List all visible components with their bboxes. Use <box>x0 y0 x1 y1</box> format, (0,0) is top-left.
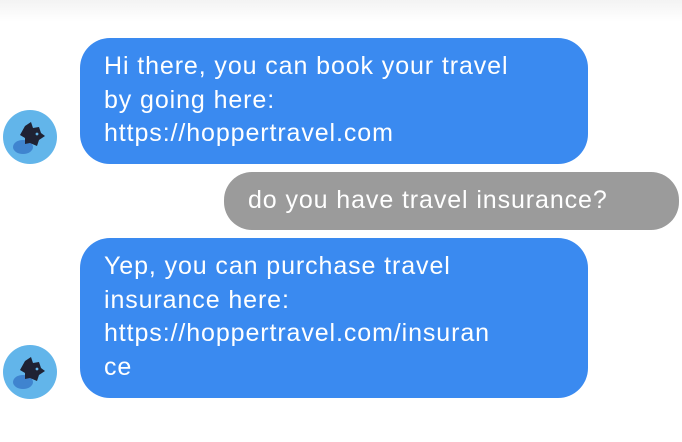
message-line: Hi there, you can book your travel <box>104 52 509 80</box>
bot-avatar <box>3 110 57 164</box>
message-link[interactable]: https://hoppertravel.com <box>104 117 566 151</box>
message-line: Yep, you can purchase travel <box>104 252 451 280</box>
message-text: do you have travel insurance? <box>248 186 608 214</box>
message-link[interactable]: https://hoppertravel.com/insuran <box>104 317 566 351</box>
user-message-bubble: do you have travel insurance? <box>224 172 679 230</box>
message-link[interactable]: ce <box>104 351 566 385</box>
message-line: insurance here: <box>104 285 290 314</box>
bunny-mascot-icon <box>13 122 45 154</box>
bot-message-bubble: Yep, you can purchase travel insurance h… <box>80 238 588 398</box>
bunny-mascot-icon <box>13 357 45 389</box>
chat-conversation: Hi there, you can book your travel by go… <box>0 0 682 442</box>
bot-message-bubble: Hi there, you can book your travel by go… <box>80 38 588 164</box>
bot-avatar <box>3 345 57 399</box>
message-line: by going here: <box>104 85 276 114</box>
